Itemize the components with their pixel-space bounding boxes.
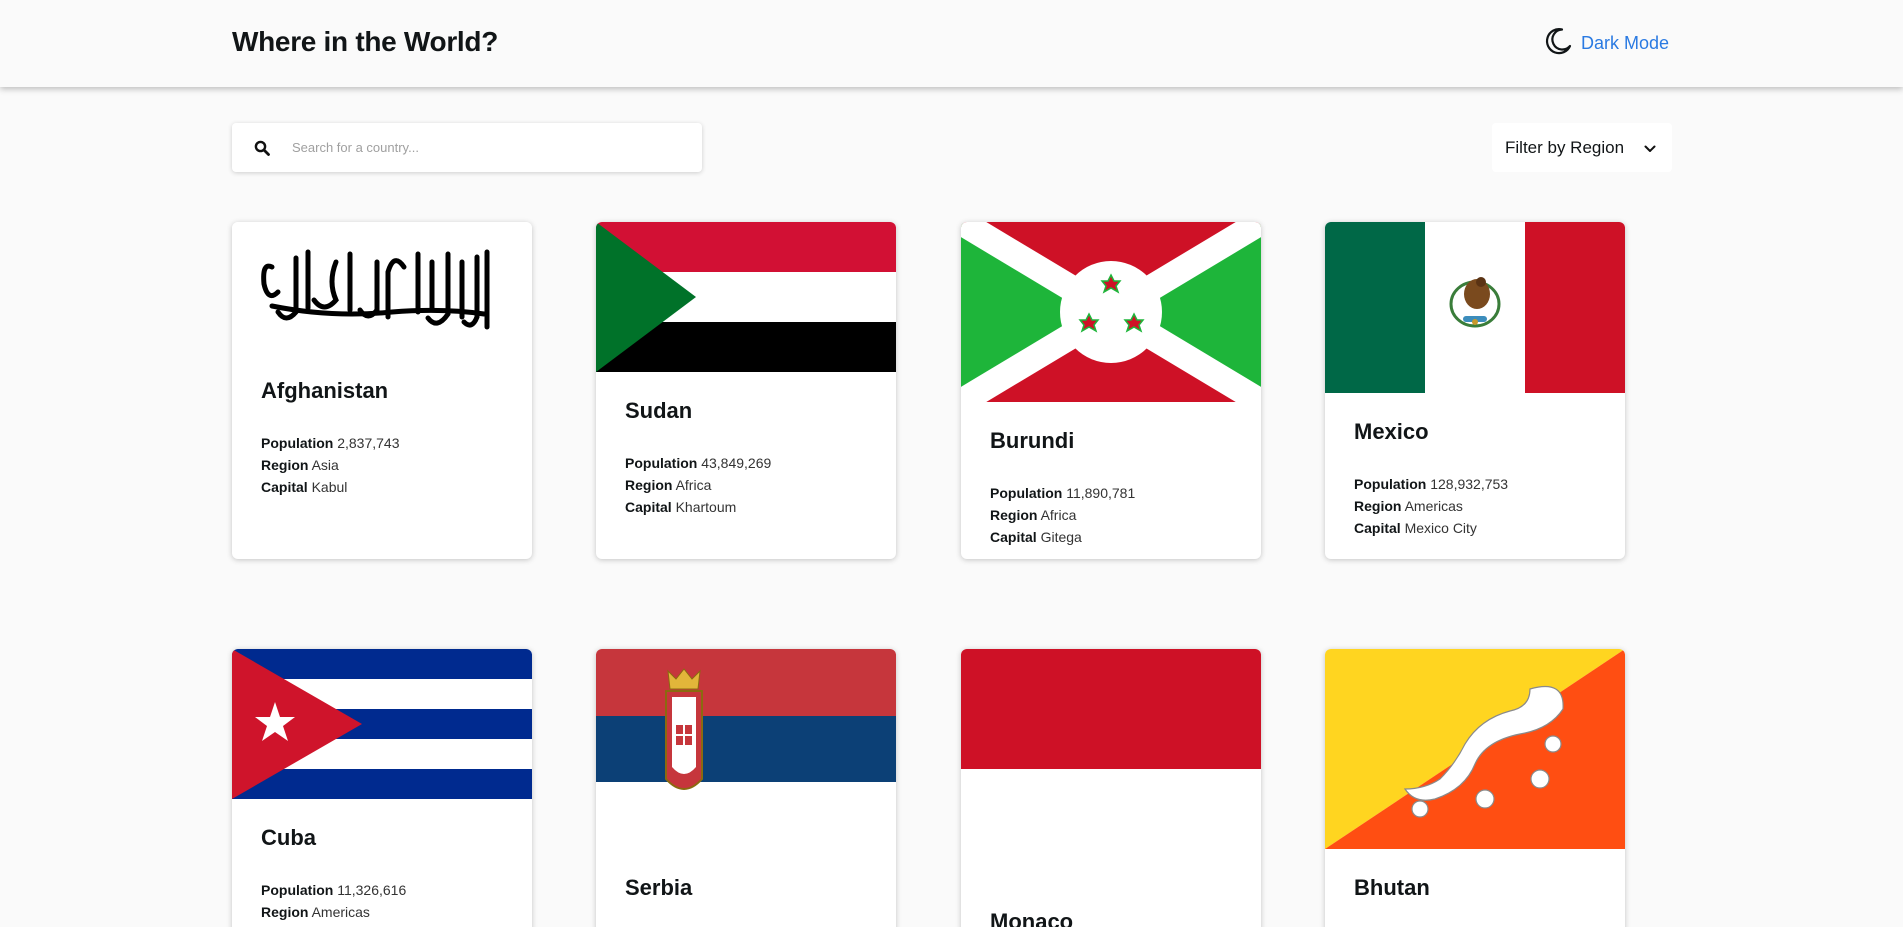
country-card-serbia[interactable]: Serbia: [596, 649, 896, 927]
population-label: Population: [261, 435, 334, 451]
country-name: Monaco: [990, 909, 1074, 927]
region-row: Region Africa: [990, 504, 1232, 526]
country-card-bhutan[interactable]: Bhutan: [1325, 649, 1625, 927]
region-filter-select[interactable]: Filter by Region: [1492, 123, 1672, 172]
capital-label: Capital: [625, 499, 672, 515]
country-name: Cuba: [261, 825, 316, 850]
region-value: Asia: [311, 457, 339, 473]
capital-value: Khartoum: [675, 499, 737, 515]
country-name: Bhutan: [1354, 875, 1430, 900]
country-card-burundi[interactable]: Burundi Population 11,890,781 Region Afr…: [961, 222, 1261, 559]
population-label: Population: [625, 455, 698, 471]
capital-row: Capital Gitega: [990, 526, 1232, 548]
search-icon[interactable]: [232, 140, 292, 156]
capital-value: Gitega: [1040, 529, 1082, 545]
population-label: Population: [261, 882, 334, 898]
flag-serbia: [596, 649, 896, 849]
search-box: [232, 123, 702, 172]
region-row: Region Asia: [261, 454, 503, 476]
population-row: Population 11,890,781: [990, 482, 1232, 504]
search-input[interactable]: [292, 140, 672, 155]
capital-row: Capital Kabul: [261, 476, 503, 498]
capital-row: Capital Khartoum: [625, 496, 867, 518]
capital-label: Capital: [990, 529, 1037, 545]
population-value: 43,849,269: [701, 455, 772, 471]
region-value: Africa: [675, 477, 712, 493]
region-label: Region: [625, 477, 673, 493]
flag-mexico: [1325, 222, 1625, 393]
country-name: Burundi: [990, 428, 1075, 453]
moon-icon: [1543, 26, 1573, 61]
flag-sudan: [596, 222, 896, 372]
region-label: Region: [990, 507, 1038, 523]
region-row: Region Africa: [625, 474, 867, 496]
country-name: Sudan: [625, 398, 693, 423]
dark-mode-label: Dark Mode: [1581, 32, 1670, 53]
population-row: Population 128,932,753: [1354, 473, 1596, 495]
flag-cuba: [232, 649, 532, 799]
region-row: Region Americas: [1354, 495, 1596, 517]
population-value: 11,890,781: [1066, 485, 1136, 501]
page-title: Where in the World?: [232, 26, 499, 57]
flag-monaco: [961, 649, 1261, 889]
country-name: Afghanistan: [261, 378, 389, 403]
population-value: 11,326,616: [337, 882, 407, 898]
dark-mode-toggle[interactable]: Dark Mode: [1543, 26, 1669, 60]
region-filter-label: Filter by Region: [1505, 137, 1625, 157]
region-value: Americas: [311, 904, 370, 920]
country-name: Serbia: [625, 875, 693, 900]
country-card-monaco[interactable]: Monaco: [961, 649, 1261, 927]
capital-label: Capital: [261, 479, 308, 495]
population-row: Population 2,837,743: [261, 432, 503, 454]
country-card-mexico[interactable]: Mexico Population 128,932,753 Region Ame…: [1325, 222, 1625, 559]
population-row: Population 43,849,269: [625, 452, 867, 474]
region-value: Americas: [1404, 498, 1463, 514]
flag-bhutan: [1325, 649, 1625, 849]
country-card-cuba[interactable]: Cuba Population 11,326,616 Region Americ…: [232, 649, 532, 927]
population-label: Population: [1354, 476, 1427, 492]
capital-row: Capital Mexico City: [1354, 517, 1596, 539]
population-value: 128,932,753: [1430, 476, 1509, 492]
region-row: Region Americas: [261, 901, 503, 923]
flag-burundi: [961, 222, 1261, 402]
chevron-down-icon: [1644, 138, 1656, 158]
country-card-afghanistan[interactable]: Afghanistan Population 2,837,743 Region …: [232, 222, 532, 559]
population-row: Population 11,326,616: [261, 879, 503, 901]
flag-afghanistan: [232, 222, 532, 352]
capital-value: Mexico City: [1404, 520, 1477, 536]
region-value: Africa: [1040, 507, 1077, 523]
region-label: Region: [261, 904, 309, 920]
capital-value: Kabul: [311, 479, 348, 495]
country-name: Mexico: [1354, 419, 1429, 444]
region-label: Region: [261, 457, 309, 473]
site-header: Where in the World? Dark Mode: [0, 0, 1903, 87]
region-label: Region: [1354, 498, 1402, 514]
population-value: 2,837,743: [337, 435, 400, 451]
population-label: Population: [990, 485, 1063, 501]
country-card-sudan[interactable]: Sudan Population 43,849,269 Region Afric…: [596, 222, 896, 559]
capital-label: Capital: [1354, 520, 1401, 536]
